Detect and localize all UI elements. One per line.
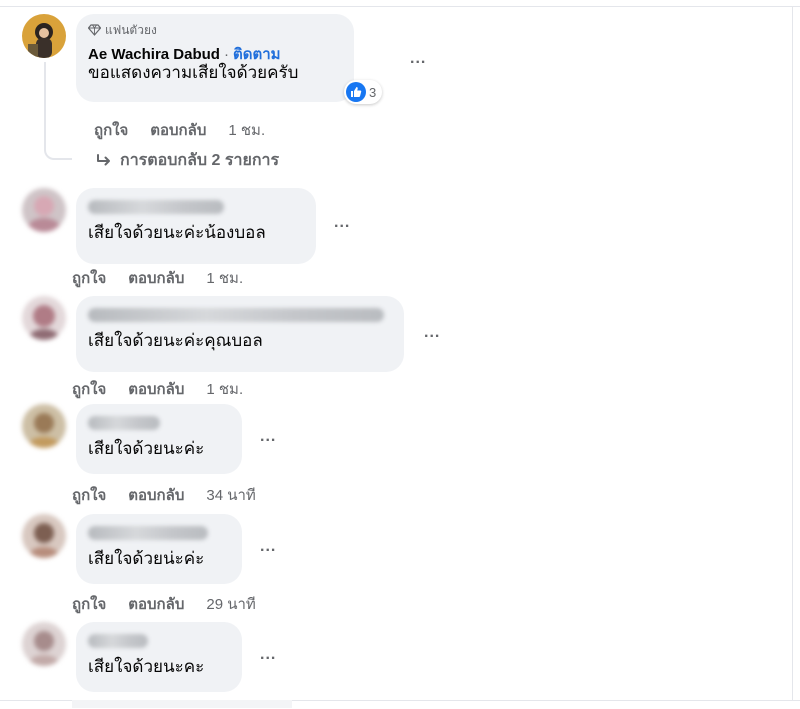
avatar[interactable] — [22, 514, 66, 558]
comment-timestamp[interactable]: 1 ชม. — [206, 266, 243, 290]
comment-actions: ถูกใจ ตอบกลับ 1 ชม. — [72, 377, 243, 401]
panel-right-border — [792, 6, 793, 701]
avatar[interactable] — [22, 14, 66, 58]
comment-timestamp[interactable]: 1 ชม. — [228, 118, 265, 142]
comment-bubble: แฟนตัวยง Ae Wachira Dabud · ติดตาม ขอแสดงค… — [76, 14, 354, 102]
reply-arrow-icon — [97, 153, 110, 165]
reaction-count-badge[interactable]: 3 — [344, 80, 383, 104]
more-options-button[interactable]: ... — [260, 428, 276, 446]
comment-text: เสียใจด้วยนะค่ะ — [88, 439, 205, 458]
top-fan-badge: แฟนตัวยง — [88, 22, 342, 38]
reply-button[interactable]: ตอบกลับ — [150, 118, 206, 142]
reply-button[interactable]: ตอบกลับ — [128, 592, 184, 616]
comment-bubble: เสียใจด้วยนะค่ะน้องบอล — [76, 188, 316, 264]
comment-actions: ถูกใจ ตอบกลับ 1 ชม. — [94, 118, 265, 142]
comment-bubble: เสียใจด้วยนะคะ — [76, 622, 242, 692]
more-options-button[interactable]: ... — [410, 50, 426, 68]
like-button[interactable]: ถูกใจ — [72, 483, 106, 507]
blurred-author-name[interactable] — [88, 416, 160, 430]
comment-text: เสียใจด้วยนะคะ — [88, 657, 205, 676]
reply-button[interactable]: ตอบกลับ — [128, 377, 184, 401]
blurred-author-name[interactable] — [88, 308, 384, 322]
diamond-icon — [88, 24, 101, 36]
follow-button[interactable]: ติดตาม — [233, 46, 281, 63]
like-button[interactable]: ถูกใจ — [72, 377, 106, 401]
comment-bubble: เสียใจด้วยนะค่ะคุณบอล — [76, 296, 404, 372]
view-replies-label: การตอบกลับ 2 รายการ — [120, 152, 280, 169]
reply-thread-line — [44, 62, 72, 160]
comment-text: ขอแสดงความเสียใจด้วยครับ — [88, 63, 299, 82]
comment-bubble: เสียใจด้วยน่ะค่ะ — [76, 514, 242, 584]
reply-button[interactable]: ตอบกลับ — [128, 483, 184, 507]
blurred-author-name[interactable] — [88, 634, 148, 648]
like-button[interactable]: ถูกใจ — [72, 266, 106, 290]
more-options-button[interactable]: ... — [260, 538, 276, 556]
panel-top-border — [0, 6, 800, 7]
blurred-author-name[interactable] — [88, 526, 208, 540]
more-options-button[interactable]: ... — [424, 324, 440, 342]
comment-timestamp[interactable]: 34 นาที — [206, 483, 255, 507]
comment-text: เสียใจด้วยน่ะค่ะ — [88, 549, 205, 568]
like-button[interactable]: ถูกใจ — [94, 118, 128, 142]
more-options-button[interactable]: ... — [334, 214, 350, 232]
blurred-author-name[interactable] — [88, 200, 224, 214]
comment-timestamp[interactable]: 29 นาที — [206, 592, 255, 616]
avatar[interactable] — [22, 188, 66, 232]
avatar[interactable] — [22, 296, 66, 340]
avatar[interactable] — [22, 404, 66, 448]
avatar[interactable] — [22, 622, 66, 666]
comment-timestamp[interactable]: 1 ชม. — [206, 377, 243, 401]
reply-button[interactable]: ตอบกลับ — [128, 266, 184, 290]
reaction-count: 3 — [369, 84, 377, 100]
separator-dot: · — [223, 46, 229, 63]
comment-author[interactable]: Ae Wachira Dabud — [88, 46, 220, 63]
comment-bubble: เสียใจด้วยนะค่ะ — [76, 404, 242, 474]
like-button[interactable]: ถูกใจ — [72, 592, 106, 616]
comment-actions: ถูกใจ ตอบกลับ 34 นาที — [72, 483, 256, 507]
comment-actions: ถูกใจ ตอบกลับ 29 นาที — [72, 592, 256, 616]
comment-actions: ถูกใจ ตอบกลับ 1 ชม. — [72, 266, 243, 290]
more-options-button[interactable]: ... — [260, 646, 276, 664]
badge-label: แฟนตัวยง — [105, 22, 157, 37]
comment-text: เสียใจด้วยนะค่ะน้องบอล — [88, 223, 266, 242]
like-icon — [346, 82, 366, 102]
comment-text: เสียใจด้วยนะค่ะคุณบอล — [88, 331, 263, 350]
clipped-comment-actions — [72, 700, 292, 709]
view-replies-button[interactable]: การตอบกลับ 2 รายการ — [96, 148, 279, 173]
